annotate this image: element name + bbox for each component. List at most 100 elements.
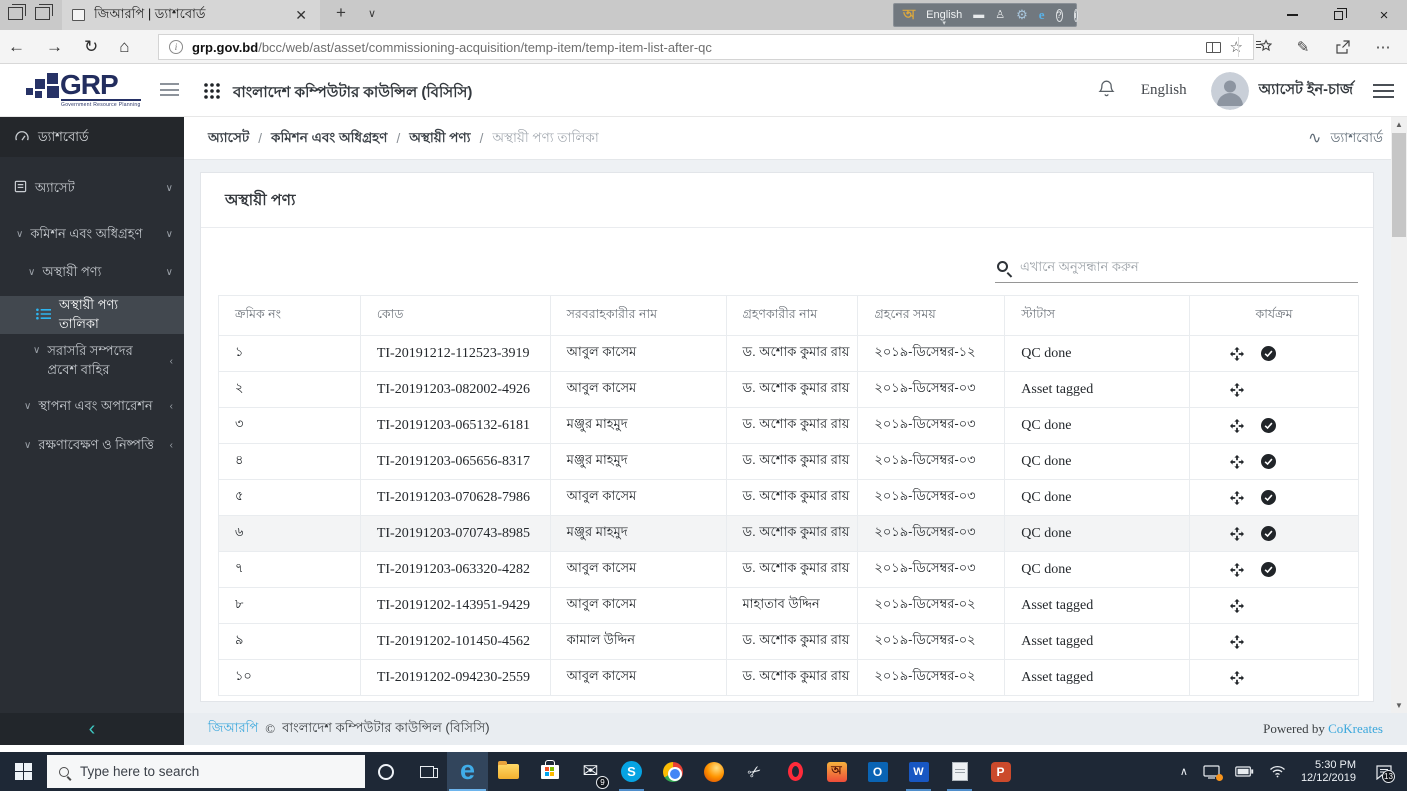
tray-battery-icon[interactable] bbox=[1235, 766, 1254, 777]
tab-list-chevron-icon[interactable]: ∨ bbox=[368, 7, 376, 20]
window-minimize-button[interactable] bbox=[1269, 0, 1315, 30]
tab-close-icon[interactable]: ✕ bbox=[292, 7, 310, 24]
qc-check-icon[interactable] bbox=[1261, 418, 1277, 433]
breadcrumb-item[interactable]: অস্থায়ী পণ্য bbox=[409, 127, 470, 150]
sidebar-item-temp-item-list[interactable]: অস্থায়ী পণ্য তালিকা bbox=[0, 296, 184, 334]
taskbar-avro-icon[interactable]: অ bbox=[816, 752, 857, 791]
page-scrollbar[interactable]: ▲ ▼ bbox=[1391, 117, 1407, 713]
dashboard-link[interactable]: ∿ ড্যাশবোর্ড bbox=[1308, 127, 1383, 150]
sidebar-item-dashboard[interactable]: ড্যাশবোর্ড bbox=[0, 117, 184, 157]
qc-check-icon[interactable] bbox=[1261, 346, 1277, 361]
url-field[interactable]: i grp.gov.bd/bcc/web/ast/asset/commissio… bbox=[158, 34, 1254, 60]
taskbar-file-explorer-icon[interactable] bbox=[488, 752, 529, 791]
taskbar-search[interactable] bbox=[47, 755, 365, 788]
taskbar-firefox-icon[interactable] bbox=[693, 752, 734, 791]
avro-info-icon[interactable]: i bbox=[1073, 8, 1078, 22]
avro-keyboard-toolbar[interactable]: অ English ▬ ♙ ⚙ e ? i bbox=[893, 3, 1078, 27]
move-action-icon[interactable] bbox=[1230, 562, 1245, 577]
move-action-icon[interactable] bbox=[1230, 346, 1245, 361]
taskbar-powerpoint-icon[interactable]: P bbox=[980, 752, 1021, 791]
window-restore-button[interactable] bbox=[1315, 0, 1361, 30]
avro-logo-icon[interactable]: অ bbox=[903, 3, 915, 27]
cell-time: ২০১৯-ডিসেম্বর-০২ bbox=[857, 623, 1006, 660]
qc-check-icon[interactable] bbox=[1261, 562, 1277, 577]
move-action-icon[interactable] bbox=[1230, 598, 1245, 613]
tab-preview-icon[interactable] bbox=[8, 4, 26, 20]
tray-display-icon[interactable] bbox=[1203, 764, 1223, 781]
user-name[interactable]: অ্যাসেট ইন-চার্জ bbox=[1259, 79, 1353, 103]
settings-menu-icon[interactable] bbox=[1373, 83, 1394, 98]
qc-check-icon[interactable] bbox=[1261, 526, 1277, 541]
sidebar-item-direct-asset-entry-exit[interactable]: ∨ সরাসরি সম্পদের প্রবেশ বাহির ‹ bbox=[0, 342, 184, 380]
taskbar-opera-icon[interactable] bbox=[775, 752, 816, 791]
user-avatar[interactable] bbox=[1210, 71, 1249, 110]
cortana-button[interactable] bbox=[365, 752, 406, 791]
home-button[interactable]: ⌂ bbox=[119, 37, 129, 57]
move-action-icon[interactable] bbox=[1230, 418, 1245, 433]
avro-language-selector[interactable]: English bbox=[926, 9, 962, 27]
refresh-button[interactable]: ↻ bbox=[84, 37, 98, 57]
back-button[interactable]: ← bbox=[8, 37, 25, 57]
new-tab-button[interactable]: + bbox=[336, 3, 346, 23]
sidebar-item-maintenance-disposal[interactable]: ∨ রক্ষণাবেক্ষণ ও নিষ্পত্তি ‹ bbox=[0, 432, 184, 458]
taskbar-outlook-icon[interactable]: O bbox=[857, 752, 898, 791]
site-info-icon[interactable]: i bbox=[169, 40, 183, 54]
forward-button[interactable]: → bbox=[46, 37, 63, 57]
action-center-icon[interactable]: 13 bbox=[1371, 759, 1397, 785]
grp-logo[interactable]: GRP Government Resource Planning bbox=[26, 69, 156, 109]
breadcrumb-item[interactable]: অ্যাসেট bbox=[208, 127, 249, 150]
qc-check-icon[interactable] bbox=[1261, 490, 1277, 505]
qc-check-icon[interactable] bbox=[1261, 454, 1277, 469]
taskbar-search-input[interactable] bbox=[80, 764, 353, 779]
move-action-icon[interactable] bbox=[1230, 454, 1245, 469]
cokreates-link[interactable]: CoKreates bbox=[1328, 721, 1383, 736]
avro-settings-gear-icon[interactable]: ⚙ bbox=[1016, 7, 1028, 23]
move-action-icon[interactable] bbox=[1230, 670, 1245, 685]
taskbar-edge-icon[interactable]: e bbox=[447, 752, 488, 791]
app-grid-icon[interactable] bbox=[203, 82, 221, 105]
scroll-down-icon[interactable]: ▼ bbox=[1391, 698, 1407, 713]
sidebar-item-commission-acquisition[interactable]: ∨ কমিশন এবং অধিগ্রহণ ∨ bbox=[0, 221, 184, 247]
move-action-icon[interactable] bbox=[1230, 634, 1245, 649]
avro-keyboard-icon[interactable]: ▬ bbox=[973, 9, 984, 21]
sidebar-item-asset[interactable]: অ্যাসেট ∨ bbox=[0, 175, 184, 201]
share-icon[interactable] bbox=[1323, 39, 1363, 55]
taskbar-skype-icon[interactable]: S bbox=[611, 752, 652, 791]
taskbar-notepad-icon[interactable] bbox=[939, 752, 980, 791]
start-button[interactable] bbox=[0, 752, 47, 791]
move-action-icon[interactable] bbox=[1230, 490, 1245, 505]
breadcrumb-item[interactable]: কমিশন এবং অধিগ্রহণ bbox=[271, 127, 387, 150]
taskbar-snipping-tool-icon[interactable]: ✂ bbox=[734, 752, 775, 791]
search-input[interactable] bbox=[1020, 258, 1356, 274]
avro-mouse-icon[interactable]: ♙ bbox=[995, 9, 1005, 21]
sidebar-item-temp-item[interactable]: ∨ অস্থায়ী পণ্য ∨ bbox=[0, 259, 184, 285]
hub-favorites-icon[interactable] bbox=[1243, 39, 1283, 55]
move-action-icon[interactable] bbox=[1230, 382, 1245, 397]
notifications-bell-icon[interactable] bbox=[1098, 79, 1115, 103]
web-note-pen-icon[interactable]: ✎ bbox=[1283, 38, 1323, 56]
sidebar-collapse-button[interactable]: ‹ bbox=[0, 713, 184, 745]
set-tabs-aside-icon[interactable] bbox=[35, 4, 53, 20]
taskbar-mail-icon[interactable]: ✉ 9 bbox=[570, 752, 611, 791]
more-options-icon[interactable]: ⋯ bbox=[1363, 38, 1403, 56]
sidebar-toggle-icon[interactable] bbox=[160, 83, 179, 96]
browser-tab[interactable]: জিআরপি | ড্যাশবোর্ড ✕ bbox=[62, 0, 320, 30]
taskbar-clock[interactable]: 5:30 PM 12/12/2019 bbox=[1301, 759, 1356, 785]
move-action-icon[interactable] bbox=[1230, 526, 1245, 541]
taskbar-word-icon[interactable]: W bbox=[898, 752, 939, 791]
window-close-button[interactable]: × bbox=[1361, 0, 1407, 30]
language-selector[interactable]: English bbox=[1141, 82, 1187, 99]
hidden-icons-chevron[interactable]: ∧ bbox=[1180, 765, 1188, 778]
reading-view-icon[interactable] bbox=[1205, 41, 1221, 53]
taskbar-chrome-icon[interactable] bbox=[652, 752, 693, 791]
task-view-button[interactable] bbox=[406, 752, 447, 791]
url-text[interactable]: grp.gov.bd/bcc/web/ast/asset/commissioni… bbox=[192, 40, 1197, 55]
avro-help-icon[interactable]: ? bbox=[1055, 8, 1063, 22]
scroll-up-icon[interactable]: ▲ bbox=[1391, 117, 1407, 132]
scrollbar-thumb[interactable] bbox=[1392, 133, 1406, 237]
taskbar-store-icon[interactable] bbox=[529, 752, 570, 791]
avro-ie-icon[interactable]: e bbox=[1039, 7, 1045, 23]
footer-brand-link[interactable]: জিআরপি bbox=[208, 719, 258, 740]
tray-wifi-icon[interactable] bbox=[1269, 765, 1286, 778]
sidebar-item-setup-operation[interactable]: ∨ স্থাপনা এবং অপারেশন ‹ bbox=[0, 393, 184, 419]
